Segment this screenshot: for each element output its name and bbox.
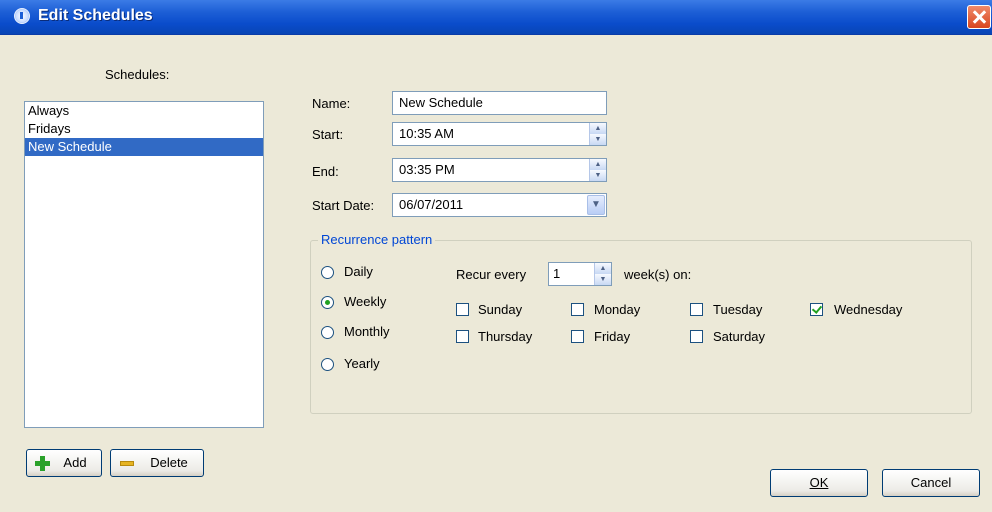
- schedules-list[interactable]: Always Fridays New Schedule: [24, 101, 264, 428]
- start-time-input[interactable]: 10:35 AM ▲ ▼: [392, 122, 607, 146]
- radio-monthly[interactable]: [321, 326, 334, 339]
- checkbox-tuesday-label[interactable]: Tuesday: [713, 302, 762, 317]
- start-date-label: Start Date:: [312, 198, 375, 213]
- radio-monthly-label[interactable]: Monthly: [344, 324, 390, 339]
- checkbox-saturday[interactable]: [690, 330, 703, 343]
- window-title: Edit Schedules: [38, 7, 153, 24]
- add-button[interactable]: Add: [26, 449, 102, 477]
- end-time-input[interactable]: 03:35 PM ▲ ▼: [392, 158, 607, 182]
- chevron-down-icon[interactable]: ▼: [587, 195, 605, 215]
- checkbox-sunday-label[interactable]: Sunday: [478, 302, 522, 317]
- checkbox-sunday[interactable]: [456, 303, 469, 316]
- list-item[interactable]: New Schedule: [25, 138, 263, 156]
- schedules-label: Schedules:: [105, 67, 170, 82]
- checkbox-wednesday-label[interactable]: Wednesday: [834, 302, 902, 317]
- list-item[interactable]: Fridays: [25, 120, 263, 138]
- name-label: Name:: [312, 96, 351, 111]
- checkbox-wednesday[interactable]: [810, 303, 823, 316]
- spin-down-icon[interactable]: ▼: [589, 170, 606, 181]
- recur-interval-value: 1: [553, 266, 561, 281]
- radio-yearly[interactable]: [321, 358, 334, 371]
- cancel-button[interactable]: Cancel: [882, 469, 980, 497]
- plus-icon: [35, 456, 50, 471]
- start-time-spinner[interactable]: ▲ ▼: [589, 123, 606, 145]
- recur-interval-spinner[interactable]: ▲ ▼: [594, 263, 611, 285]
- ok-button[interactable]: OK: [770, 469, 868, 497]
- minus-icon: [120, 461, 134, 466]
- end-time-value: 03:35 PM: [399, 162, 455, 177]
- radio-yearly-label[interactable]: Yearly: [344, 356, 380, 371]
- app-icon: [14, 8, 30, 24]
- checkbox-monday[interactable]: [571, 303, 584, 316]
- weeks-on-label: week(s) on:: [624, 267, 692, 282]
- start-time-value: 10:35 AM: [399, 126, 454, 141]
- title-bar[interactable]: Edit Schedules: [0, 0, 992, 35]
- radio-daily-label[interactable]: Daily: [344, 264, 373, 279]
- recur-every-label: Recur every: [456, 267, 527, 282]
- start-date-value: 06/07/2011: [399, 197, 464, 212]
- start-date-picker[interactable]: 06/07/2011 ▼: [392, 193, 607, 217]
- checkbox-thursday[interactable]: [456, 330, 469, 343]
- spin-up-icon[interactable]: ▲: [594, 263, 611, 274]
- checkbox-friday[interactable]: [571, 330, 584, 343]
- end-label: End:: [312, 164, 339, 179]
- radio-weekly-label[interactable]: Weekly: [344, 294, 386, 309]
- name-input[interactable]: New Schedule: [392, 91, 607, 115]
- spin-up-icon[interactable]: ▲: [589, 123, 606, 134]
- close-icon[interactable]: [967, 5, 991, 29]
- spin-down-icon[interactable]: ▼: [594, 274, 611, 285]
- radio-weekly[interactable]: [321, 296, 334, 309]
- checkbox-thursday-label[interactable]: Thursday: [478, 329, 532, 344]
- start-label: Start:: [312, 127, 344, 142]
- list-item[interactable]: Always: [25, 102, 263, 120]
- spin-up-icon[interactable]: ▲: [589, 159, 606, 170]
- delete-button[interactable]: Delete: [110, 449, 204, 477]
- checkbox-tuesday[interactable]: [690, 303, 703, 316]
- radio-daily[interactable]: [321, 266, 334, 279]
- checkbox-saturday-label[interactable]: Saturday: [713, 329, 765, 344]
- recurrence-legend: Recurrence pattern: [318, 232, 436, 247]
- recur-interval-input[interactable]: 1 ▲ ▼: [548, 262, 612, 286]
- end-time-spinner[interactable]: ▲ ▼: [589, 159, 606, 181]
- checkbox-friday-label[interactable]: Friday: [594, 329, 630, 344]
- spin-down-icon[interactable]: ▼: [589, 134, 606, 145]
- checkbox-monday-label[interactable]: Monday: [594, 302, 640, 317]
- delete-button-label: Delete: [150, 455, 188, 470]
- add-button-label: Add: [63, 455, 87, 470]
